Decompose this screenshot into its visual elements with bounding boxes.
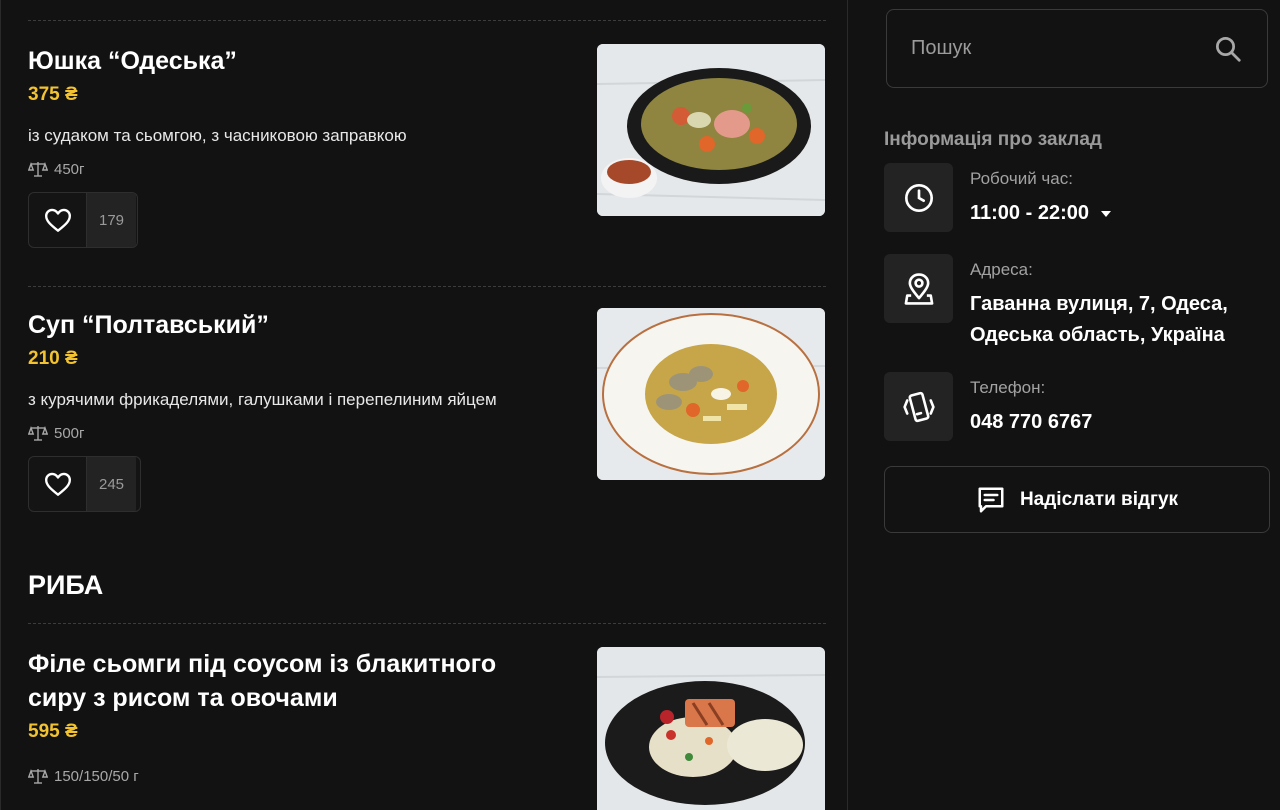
phone-row: Телефон: 048 770 6767 (884, 372, 1092, 441)
weight-value: 150/150/50 г (54, 767, 139, 785)
menu-column: Юшка “Одеська” 375 ₴ із судаком та сьомг… (0, 0, 848, 810)
send-review-label: Надіслати відгук (1019, 488, 1179, 510)
like-button[interactable] (29, 457, 87, 511)
send-review-button[interactable]: Надіслати відгук (884, 466, 1270, 533)
search-icon[interactable] (1213, 34, 1243, 64)
dish-photo (597, 44, 825, 216)
hours-value: 11:00 - 22:00 (970, 202, 1089, 224)
phone-label: Телефон: (970, 378, 1046, 397)
address-text: Адреса: Гаванна вулиця, 7, Одеса, Одеськ… (970, 254, 1228, 351)
phone-value[interactable]: 048 770 6767 (970, 407, 1092, 438)
divider (28, 20, 826, 21)
address-label: Адреса: (970, 260, 1033, 279)
hours-icon-box (884, 163, 953, 232)
caret-down-icon (1100, 210, 1111, 217)
dish-photo (597, 308, 825, 480)
dish-photo (597, 647, 825, 810)
clock-icon (904, 183, 933, 212)
heart-icon (44, 208, 71, 232)
address-line: Гаванна вулиця, 7, Одеса, (970, 293, 1228, 315)
divider (28, 623, 826, 624)
like-count: 179 (87, 193, 137, 247)
divider (28, 286, 826, 287)
hours-dropdown[interactable]: 11:00 - 22:00 (970, 198, 1114, 229)
address-line: Одеська область, Україна (970, 324, 1225, 346)
weight-value: 500г (54, 424, 85, 442)
address-icon-box (884, 254, 953, 323)
scale-icon (28, 161, 48, 177)
heart-icon (44, 472, 71, 496)
like-button[interactable] (29, 193, 87, 247)
phone-text: Телефон: 048 770 6767 (970, 372, 1092, 441)
phone-icon-box (884, 372, 953, 441)
info-heading: Інформація про заклад (884, 129, 1102, 150)
map-pin-icon (904, 272, 933, 305)
section-title: РИБА (28, 570, 104, 600)
weight-value: 450г (54, 160, 85, 178)
search-box[interactable]: Пошук (886, 9, 1268, 88)
phone-vibrate-icon (902, 391, 935, 422)
hours-label: Робочий час: (970, 169, 1073, 188)
search-input[interactable]: Пошук (911, 37, 971, 60)
scale-icon (28, 768, 48, 784)
address-row: Адреса: Гаванна вулиця, 7, Одеса, Одеськ… (884, 254, 1228, 351)
page: Юшка “Одеська” 375 ₴ із судаком та сьомг… (0, 0, 1280, 810)
like-control: 179 (28, 192, 138, 248)
hours-text: Робочий час: 11:00 - 22:00 (970, 163, 1114, 232)
message-icon (978, 487, 1004, 512)
address-value[interactable]: Гаванна вулиця, 7, Одеса, Одеська област… (970, 289, 1228, 351)
like-control: 245 (28, 456, 141, 512)
hours-row: Робочий час: 11:00 - 22:00 (884, 163, 1114, 232)
like-count: 245 (87, 457, 137, 511)
scale-icon (28, 425, 48, 441)
